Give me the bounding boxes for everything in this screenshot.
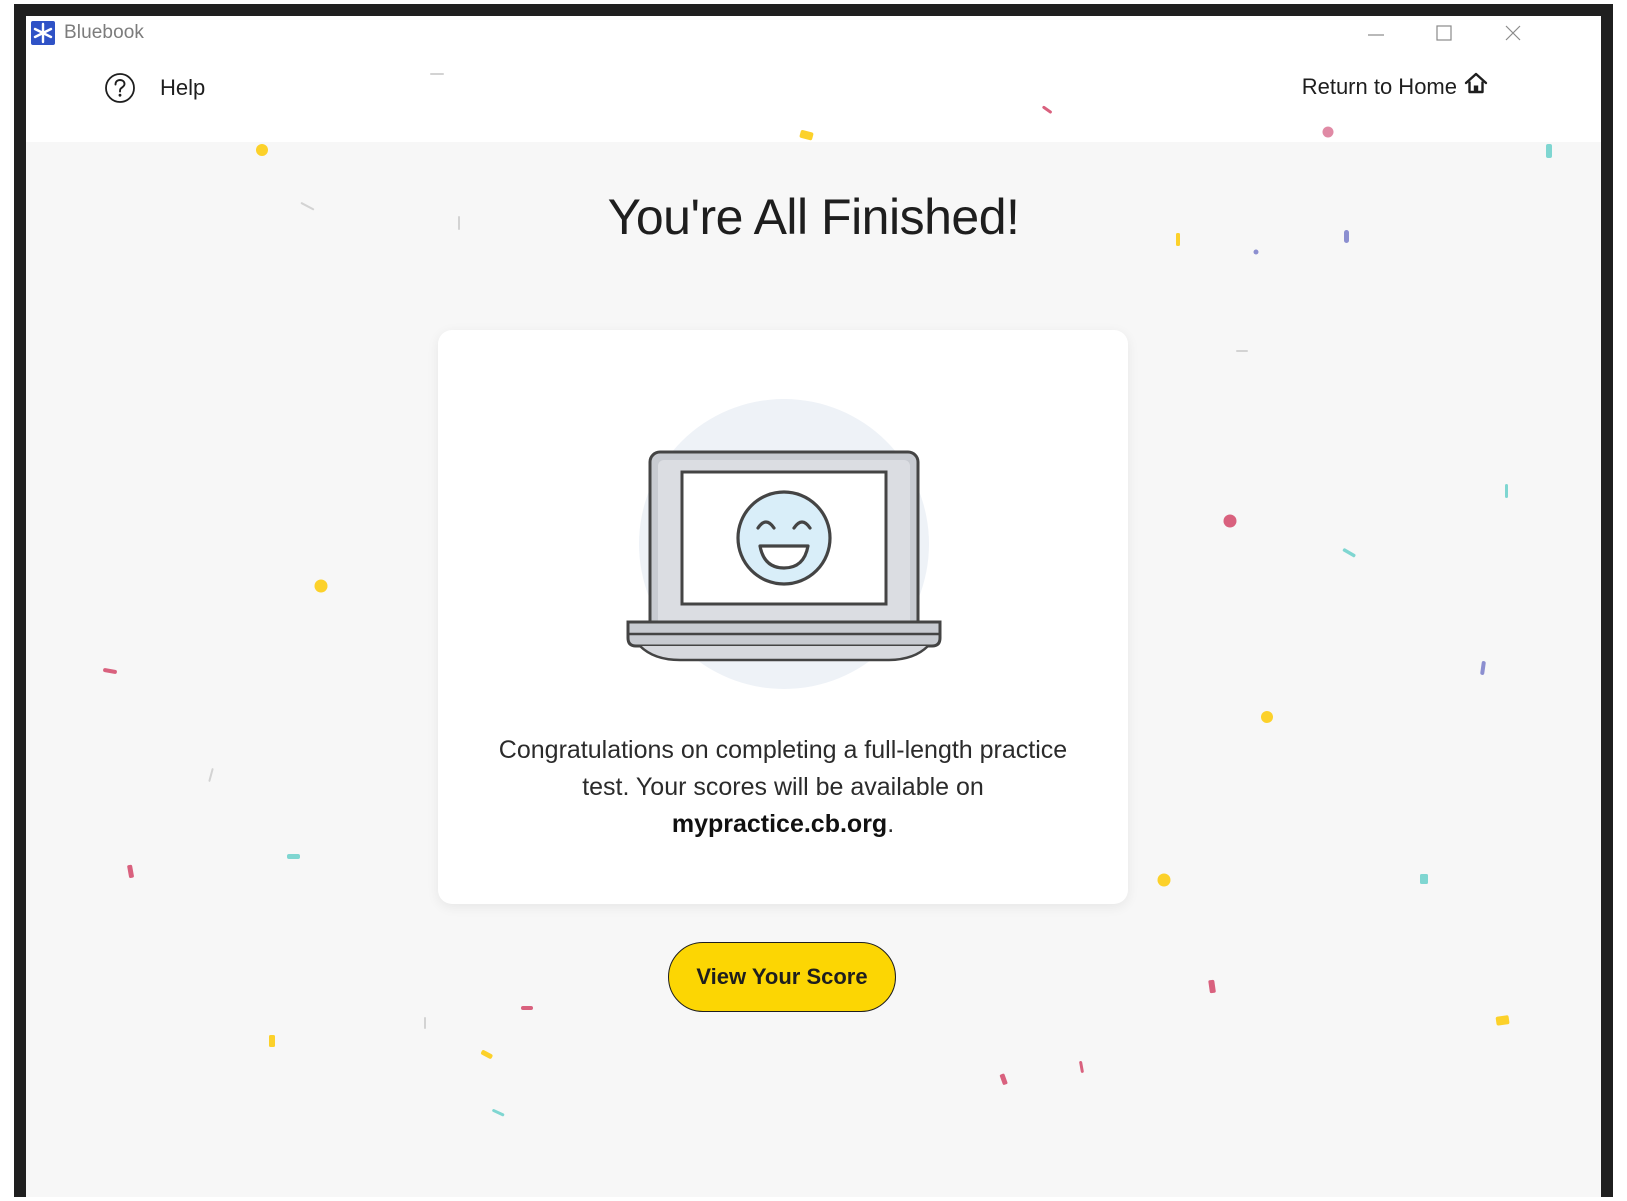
completion-card: Congratulations on completing a full-len… [438, 330, 1128, 904]
smiling-laptop-icon [626, 399, 942, 689]
maximize-button[interactable] [1414, 16, 1474, 50]
view-your-score-button[interactable]: View Your Score [668, 942, 896, 1012]
bluebook-logo-icon [31, 21, 55, 45]
help-label: Help [160, 75, 206, 100]
house-icon [1464, 72, 1488, 94]
return-to-home-label: Return to Home [1301, 74, 1457, 99]
maximize-icon [1436, 25, 1452, 41]
app-header: Help Return to Home [26, 50, 1601, 142]
minimize-icon [1368, 34, 1384, 36]
message-period: . [887, 810, 895, 838]
help-button[interactable]: Help [104, 72, 205, 104]
app-window: Bluebook Help Return to Home You're All … [26, 16, 1601, 1197]
page-title: You're All Finished! [607, 189, 1020, 245]
close-icon [1505, 25, 1521, 41]
minimize-button[interactable] [1346, 16, 1406, 50]
close-button[interactable] [1483, 16, 1543, 50]
score-site-link: mypractice.cb.org [671, 810, 888, 838]
title-bar: Bluebook [26, 16, 1601, 50]
question-circle-icon [105, 73, 135, 103]
return-to-home-button[interactable]: Return to Home [1301, 72, 1489, 100]
message-text: Congratulations on completing a full-len… [498, 736, 1068, 801]
app-name: Bluebook [64, 22, 145, 43]
completion-message: Congratulations on completing a full-len… [478, 732, 1088, 843]
